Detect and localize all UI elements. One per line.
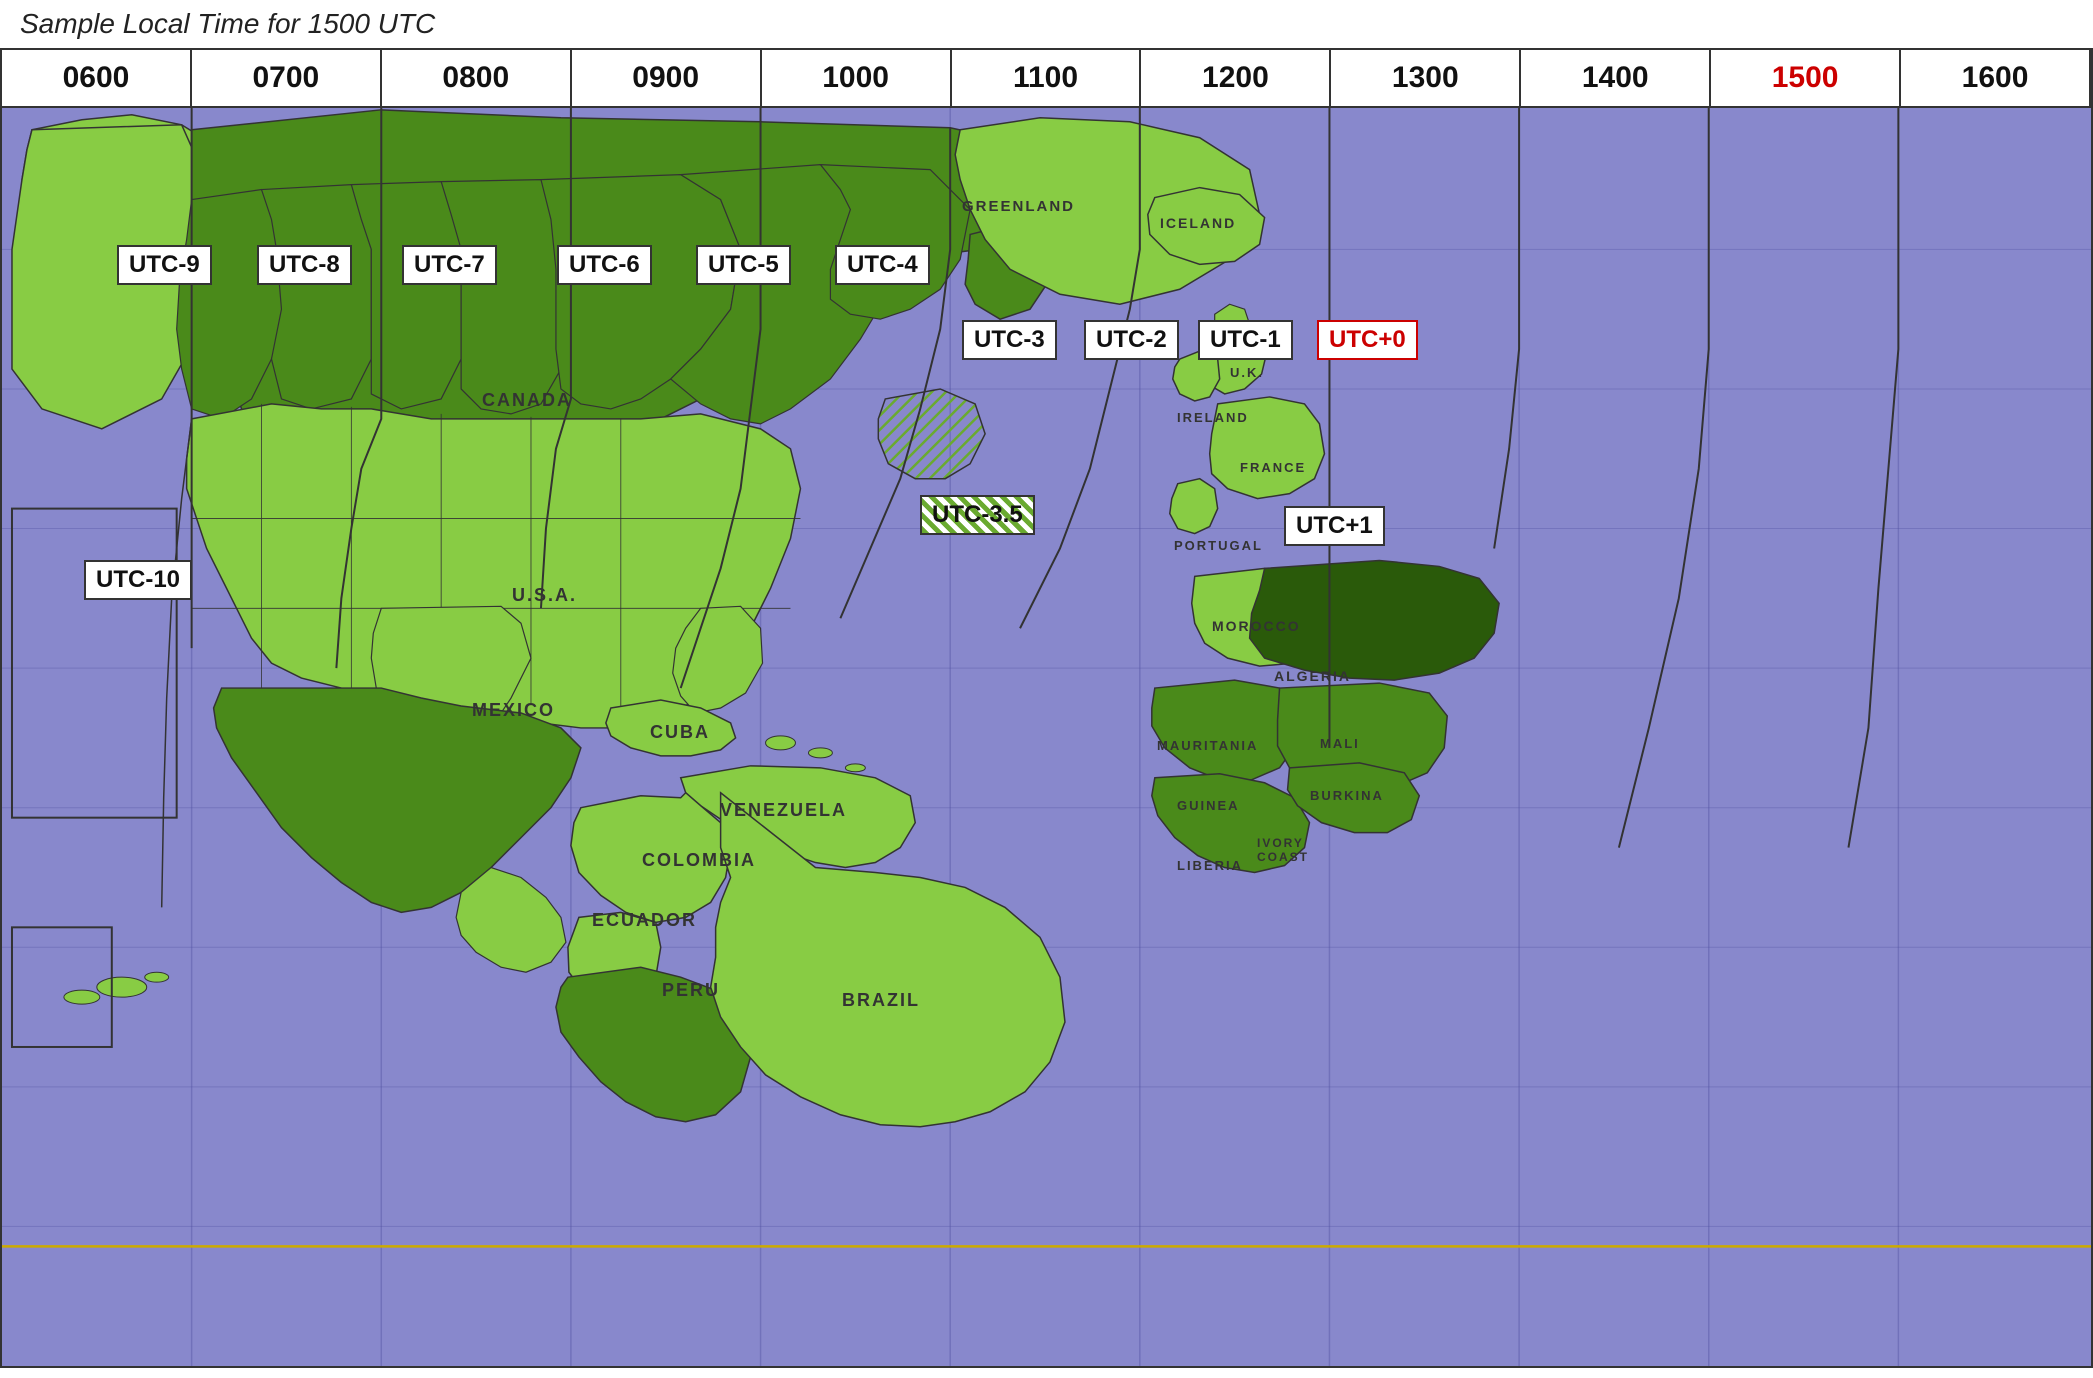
time-0700: 0700: [192, 50, 382, 106]
utc-label-10: UTC-10: [84, 560, 192, 600]
utc-label-3: UTC-3: [962, 320, 1057, 360]
utc-label-2: UTC-2: [1084, 320, 1179, 360]
utc-label-4: UTC-4: [835, 245, 930, 285]
utc-label-8: UTC-8: [257, 245, 352, 285]
time-1200: 1200: [1141, 50, 1331, 106]
utc-label-plus1: UTC+1: [1284, 506, 1385, 546]
time-1100: 1100: [952, 50, 1142, 106]
utc-label-7: UTC-7: [402, 245, 497, 285]
utc-label-1: UTC-1: [1198, 320, 1293, 360]
time-1400: 1400: [1521, 50, 1711, 106]
time-1500: 1500: [1711, 50, 1901, 106]
time-header: 0600 0700 0800 0900 1000 1100 1200 1300 …: [2, 50, 2091, 108]
time-0600: 0600: [2, 50, 192, 106]
page-title: Sample Local Time for 1500 UTC: [0, 0, 2093, 48]
utc-label-0: UTC+0: [1317, 320, 1418, 360]
utc-label-6: UTC-6: [557, 245, 652, 285]
time-0800: 0800: [382, 50, 572, 106]
map-container: 0600 0700 0800 0900 1000 1100 1200 1300 …: [0, 48, 2093, 1368]
time-1300: 1300: [1331, 50, 1521, 106]
utc-label-5: UTC-5: [696, 245, 791, 285]
time-0900: 0900: [572, 50, 762, 106]
utc-label-35: UTC-3.5: [920, 495, 1035, 535]
time-1000: 1000: [762, 50, 952, 106]
time-1600: 1600: [1901, 50, 2091, 106]
utc-label-9: UTC-9: [117, 245, 212, 285]
